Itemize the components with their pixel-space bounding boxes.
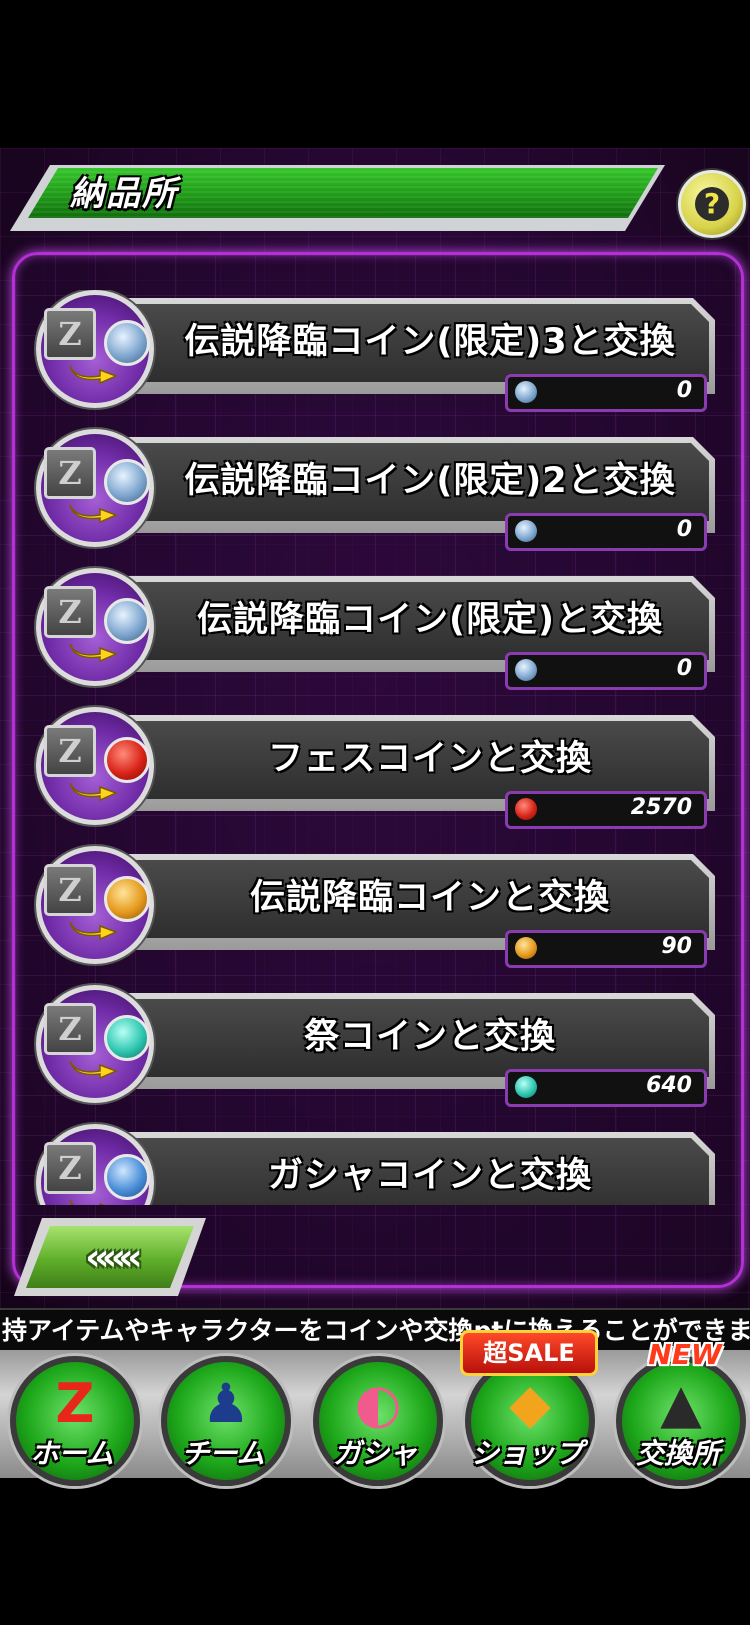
silver-star-coin-icon [104, 459, 150, 505]
help-icon: ? [695, 187, 729, 221]
exchange-arrow-icon [69, 365, 118, 384]
silver-star-coin-icon [104, 320, 150, 366]
nav-team[interactable]: ♟ チーム [153, 1352, 293, 1486]
screen: 納品所 ? 伝説降臨コイン(限定)3と交換 Z 0 伝説降臨コイン(限定)2と交換 Z 0… [0, 0, 750, 1625]
ticker-text: 持アイテムやキャラクターをコインや交換ptに換えることができます [2, 1316, 750, 1345]
exchange-arrow-icon [69, 1060, 118, 1079]
coin-count: 0 [676, 656, 692, 681]
teal-coin-icon [515, 1076, 537, 1098]
nav-gasha[interactable]: ◐ ガシャ [305, 1352, 445, 1486]
exchange-item[interactable]: 伝説降臨コイン(限定)3と交換 Z 0 [0, 290, 750, 420]
nav-shop-label: ショップ [470, 1437, 583, 1470]
new-badge: NEW [648, 1338, 722, 1371]
exchange-item[interactable]: 伝説降臨コインと交換 Z 90 [0, 846, 750, 976]
silver-star-coin-icon [515, 520, 537, 542]
nav-gasha-label: ガシャ [332, 1437, 417, 1470]
exchange-item[interactable]: 祭コインと交換 Z 640 [0, 985, 750, 1115]
coin-count: 2570 [630, 795, 692, 820]
gold-coin-icon [515, 937, 537, 959]
item-label: 伝説降臨コイン(限定)2と交換 [184, 461, 676, 501]
item-label: フェスコインと交換 [267, 739, 592, 779]
exchange-item[interactable]: ガシャコインと交換 Z [0, 1124, 750, 1205]
z-card-icon: Z [44, 447, 96, 499]
item-label: 伝説降臨コイン(限定)3と交換 [184, 322, 676, 362]
coin-count: 90 [661, 934, 692, 959]
z-card-icon: Z [44, 725, 96, 777]
page-title: 納品所 [70, 174, 178, 214]
sale-badge: 超SALE [460, 1330, 598, 1376]
coin-count: 0 [676, 378, 692, 403]
item-label: ガシャコインと交換 [267, 1156, 592, 1196]
silver-coin-icon [515, 659, 537, 681]
nav-home-label: ホーム [30, 1437, 114, 1470]
item-label: 伝説降臨コイン(限定)と交換 [197, 600, 663, 640]
exchange-arrow-icon [69, 1199, 105, 1205]
red-coin-icon [104, 737, 150, 783]
blue-coin-icon [104, 1154, 150, 1200]
help-button[interactable]: ? [678, 170, 746, 238]
nav-exchange-label: 交換所 [635, 1437, 720, 1470]
z-card-icon: Z [44, 864, 96, 916]
exchange-item[interactable]: フェスコインと交換 Z 2570 [0, 707, 750, 837]
red-coin-icon [515, 798, 537, 820]
exchange-item[interactable]: 伝説降臨コイン(限定)と交換 Z 0 [0, 568, 750, 698]
z-card-icon: Z [44, 308, 96, 360]
coin-count: 0 [676, 517, 692, 542]
back-button[interactable]: ««« [26, 1226, 194, 1288]
exchange-arrow-icon [69, 504, 118, 523]
nav-home[interactable]: Z ホーム [2, 1352, 142, 1486]
exchange-arrow-icon [69, 921, 118, 940]
silver-star-coin-icon [515, 381, 537, 403]
silver-coin-icon [104, 598, 150, 644]
nav-team-label: チーム [181, 1437, 265, 1470]
exchange-arrow-icon [69, 782, 118, 801]
item-label: 伝説降臨コインと交換 [249, 878, 610, 918]
exchange-arrow-icon [69, 643, 118, 662]
item-label: 祭コインと交換 [303, 1017, 556, 1057]
z-card-icon: Z [44, 1003, 96, 1055]
exchange-item[interactable]: 伝説降臨コイン(限定)2と交換 Z 0 [0, 429, 750, 559]
z-card-icon: Z [44, 586, 96, 638]
teal-coin-icon [104, 1015, 150, 1061]
info-ticker: 持アイテムやキャラクターをコインや交換ptに換えることができます [0, 1308, 750, 1354]
z-card-icon: Z [44, 1142, 96, 1194]
gold-coin-icon [104, 876, 150, 922]
coin-count: 640 [646, 1073, 692, 1098]
exchange-list[interactable]: 伝説降臨コイン(限定)3と交換 Z 0 伝説降臨コイン(限定)2と交換 Z 0 伝説降臨コイ… [0, 290, 750, 1205]
